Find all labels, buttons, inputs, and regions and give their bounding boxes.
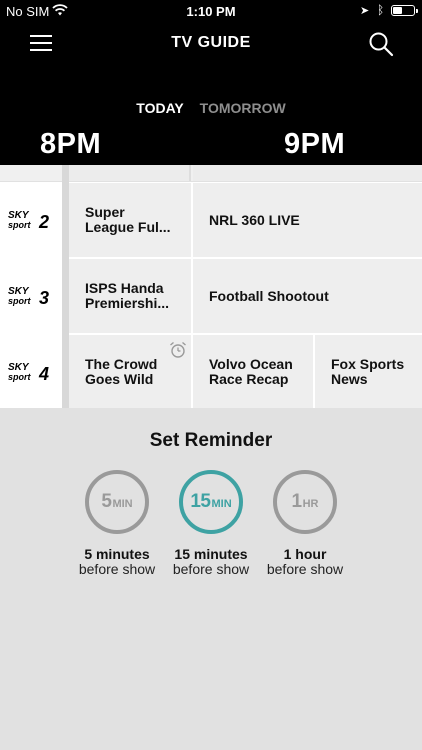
reminder-5min-icon: 5 MIN [85,470,149,534]
reminder-heading: Set Reminder [149,430,273,451]
hour-label-8pm: 8PM [40,128,102,160]
svg-text:3: 3 [39,288,49,308]
channel-row-sport-3: SKY sport 3 ISPS Handa Premiershi... Foot… [0,259,422,333]
reminder-15min-icon: 15 MIN [179,470,243,534]
hour-label-9pm: 9PM [284,128,346,160]
reminder-1hr-icon: 1 HR [273,470,337,534]
channel-row-sport-2: SKY sport 2 Super League Ful... NRL 360 L… [0,183,422,257]
location-arrow-icon: ➤ [360,5,370,17]
reminder-unit: HR [302,498,319,510]
program-title-line: League Ful... [85,219,171,235]
reminder-option-5-minutes[interactable]: 5 MIN 5 minutes before show [67,470,167,577]
reminder-number: 15 [190,491,211,512]
search-icon[interactable] [368,31,394,57]
sky-sport-3-logo: SKY sport 3 [0,259,62,333]
svg-text:sport: sport [8,372,32,382]
reminder-label: 1 hour [283,546,327,562]
battery-icon [391,5,418,16]
program-cell[interactable]: Fox Sports News [315,335,422,409]
program-title-line: Fox Sports [331,356,405,372]
channel-row-sport-4: SKY sport 4 The Crowd Goes Wild Volvo Oce… [0,335,422,409]
sky-sport-4-logo: SKY sport 4 [0,335,62,409]
day-tabs: TODAY TOMORROW [0,100,422,116]
reminder-number: 1 [291,491,303,512]
header-area: No SIM 1:10 PM ➤ ᛒ TV GUIDE TODAY TOMORR… [0,0,422,165]
program-cell[interactable]: NRL 360 LIVE [193,183,422,257]
program-title-line: Volvo Ocean [209,356,293,372]
program-cell[interactable]: Volvo Ocean Race Recap [193,335,313,409]
svg-text:4: 4 [38,364,49,384]
program-title-line: Football Shootout [209,287,329,304]
set-reminder-panel: Set Reminder 5 MIN 5 minutes before show … [0,408,422,750]
status-bar: No SIM 1:10 PM ➤ ᛒ [0,0,422,22]
svg-text:sport: sport [8,220,32,230]
reminder-sublabel: before show [78,561,156,577]
hamburger-menu-icon[interactable] [30,34,54,52]
program-cell[interactable]: ISPS Handa Premiershi... [69,259,191,333]
program-cell-selected[interactable]: The Crowd Goes Wild [69,335,191,409]
clock-time: 1:10 PM [186,4,236,19]
reminder-sublabel: before show [266,561,344,577]
reminder-option-1-hour[interactable]: 1 HR 1 hour before show [255,470,355,577]
reminder-number: 5 [101,491,112,512]
program-title-line: The Crowd [85,356,158,372]
tv-guide-grid: SKY sport 2 Super League Ful... NRL 360 L… [0,165,422,409]
bluetooth-icon: ᛒ [377,3,385,17]
program-cell[interactable]: Super League Ful... [69,183,191,257]
tab-tomorrow[interactable]: TOMORROW [200,100,286,116]
reminder-label: 5 minutes [84,546,150,562]
reminder-unit: MIN [211,498,232,510]
program-cell[interactable]: Football Shootout [193,259,422,333]
reminder-sublabel: before show [172,561,250,577]
sky-sport-2-logo: SKY sport 2 [0,183,62,257]
program-title-line: Premiershi... [85,295,170,311]
program-title-line: News [331,371,368,387]
svg-text:sport: sport [8,296,32,306]
program-title-line: ISPS Handa [85,280,164,296]
reminder-option-15-minutes[interactable]: 15 MIN 15 minutes before show [161,470,261,577]
program-title-line: NRL 360 LIVE [209,211,300,228]
svg-text:2: 2 [38,212,49,232]
program-title-line: Super [85,204,125,220]
reminder-label: 15 minutes [174,546,248,562]
alarm-clock-icon [170,341,186,358]
page-title: TV GUIDE [171,34,251,51]
tab-today[interactable]: TODAY [136,100,183,116]
program-title-line: Goes Wild [85,371,154,387]
reminder-unit: MIN [112,498,133,510]
program-title-line: Race Recap [209,371,289,387]
